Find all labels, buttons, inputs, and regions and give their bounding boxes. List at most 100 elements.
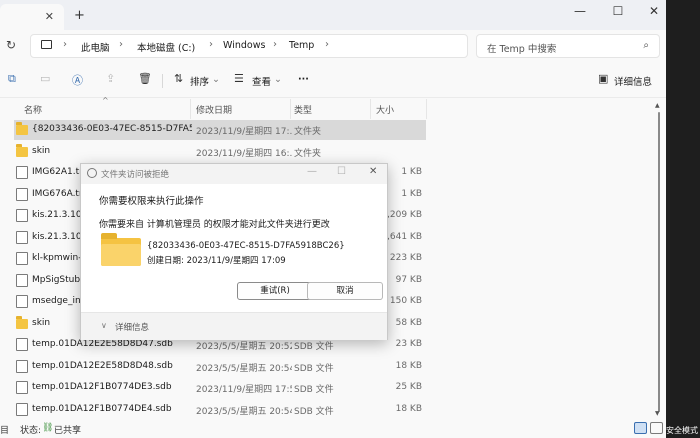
- title-bar: ✕ + — ☐ ✕: [0, 0, 666, 30]
- file-icon: [16, 381, 28, 394]
- file-icon: [16, 273, 28, 287]
- file-row[interactable]: {82033436-0E03-47EC-8515-D7FA591... 2023/…: [14, 120, 426, 140]
- dialog-close-button[interactable]: ✕: [369, 166, 377, 177]
- dialog-folder-created: 创建日期: 2023/11/9/星期四 17:09: [147, 256, 286, 266]
- tab-close-icon[interactable]: ✕: [45, 10, 54, 23]
- column-divider[interactable]: [190, 99, 191, 119]
- file-date: 2023/5/5/星期五 20:54: [196, 363, 292, 374]
- dialog-title: 文件夹访问被拒绝: [101, 170, 170, 180]
- details-view-button[interactable]: [634, 422, 647, 434]
- file-type: SDB 文件: [294, 363, 334, 374]
- file-icon: [16, 252, 28, 265]
- breadcrumb-this-pc[interactable]: 此电脑: [81, 40, 110, 54]
- chevron-right-icon[interactable]: ›: [325, 39, 329, 50]
- file-name: temp.01DA12E2E58D8D47.sdb: [32, 339, 173, 349]
- chevron-down-icon[interactable]: ⌄: [274, 74, 282, 85]
- file-icon: [16, 209, 28, 222]
- minimize-button[interactable]: —: [570, 4, 590, 18]
- chevron-right-icon[interactable]: ›: [119, 39, 123, 50]
- file-size: 25 KB: [395, 382, 422, 392]
- file-icon: [16, 402, 28, 416]
- shared-icon: ⛓: [42, 423, 54, 433]
- chevron-down-icon[interactable]: ∨: [101, 321, 107, 330]
- folder-icon: [101, 233, 141, 266]
- dialog-message: 你需要来自 计算机管理员 的权限才能对此文件夹进行更改: [99, 220, 330, 230]
- column-divider[interactable]: [426, 99, 427, 119]
- column-type[interactable]: 类型: [294, 103, 312, 116]
- file-date: 2023/11/9/星期四 17:...: [196, 127, 292, 137]
- retry-button[interactable]: 重试(R): [237, 282, 313, 300]
- dialog-minimize-button[interactable]: —: [307, 166, 317, 177]
- folder-icon: [16, 315, 28, 329]
- clock-icon: [87, 168, 97, 178]
- copy-icon[interactable]: ⧉: [8, 72, 16, 86]
- search-icon[interactable]: ⌕: [643, 40, 649, 51]
- file-row[interactable]: skin 2023/11/9/星期四 16:... 文件夹: [14, 142, 426, 162]
- sort-icon[interactable]: ⇅: [174, 72, 183, 85]
- chevron-right-icon[interactable]: ›: [63, 39, 67, 50]
- status-bar: 目 状态: ⛓ 已共享: [0, 420, 666, 438]
- status-label: 状态:: [20, 426, 42, 436]
- more-options-button[interactable]: ···: [298, 74, 309, 85]
- vertical-scrollbar[interactable]: ▲ ▼: [655, 100, 663, 420]
- file-row[interactable]: temp.01DA12E2E58D8D48.sdb 2023/5/5/星期五 20…: [14, 357, 426, 377]
- file-name: temp.01DA12F1B0774DE4.sdb: [32, 403, 172, 414]
- item-count-text: 目: [0, 426, 10, 436]
- delete-icon[interactable]: 🗑: [138, 72, 152, 85]
- file-icon: [16, 187, 28, 201]
- file-size: 23 KB: [395, 339, 422, 349]
- dialog-footer: ∨ 详细信息: [81, 312, 387, 340]
- file-type: SDB 文件: [294, 385, 334, 395]
- breadcrumb-local-disk[interactable]: 本地磁盘 (C:): [137, 40, 195, 54]
- column-divider[interactable]: [290, 99, 291, 119]
- shared-status: 已共享: [54, 426, 82, 436]
- file-date: 2023/11/9/星期四 17:54: [196, 385, 292, 395]
- view-icon[interactable]: ☰: [234, 72, 244, 85]
- explorer-tab[interactable]: ✕: [0, 4, 64, 30]
- file-icon: [16, 166, 28, 179]
- details-pane-button[interactable]: 详细信息: [614, 74, 652, 88]
- sort-up-icon: ^: [102, 96, 109, 105]
- share-icon[interactable]: ⇪: [106, 72, 115, 85]
- breadcrumb-windows[interactable]: Windows: [223, 40, 265, 51]
- column-name[interactable]: 名称: [24, 103, 42, 116]
- breadcrumb-temp[interactable]: Temp: [289, 40, 314, 51]
- cancel-button[interactable]: 取消: [307, 282, 383, 300]
- column-divider[interactable]: [370, 99, 371, 119]
- search-input[interactable]: 在 Temp 中搜索 ⌕: [476, 34, 660, 58]
- paste-icon[interactable]: ▭: [40, 72, 50, 85]
- file-row[interactable]: temp.01DA12F1B0774DE3.sdb 2023/11/9/星期四 1…: [14, 378, 426, 398]
- maximize-button[interactable]: ☐: [608, 4, 628, 18]
- folder-icon: [16, 143, 28, 157]
- sort-button[interactable]: 排序: [190, 74, 209, 88]
- file-type: 文件夹: [294, 127, 322, 137]
- scroll-down-icon[interactable]: ▼: [655, 410, 660, 417]
- chevron-down-icon[interactable]: ⌄: [212, 74, 220, 85]
- details-pane-icon[interactable]: ▣: [598, 72, 608, 85]
- dialog-maximize-button[interactable]: ☐: [337, 166, 346, 177]
- chevron-right-icon[interactable]: ›: [273, 39, 277, 50]
- file-row[interactable]: temp.01DA12F1B0774DE4.sdb 2023/5/5/星期五 20…: [14, 400, 426, 420]
- tiles-view-button[interactable]: [650, 422, 663, 434]
- dialog-heading: 你需要权限来执行此操作: [99, 196, 204, 207]
- refresh-icon[interactable]: ↻: [6, 38, 16, 52]
- access-denied-dialog: 文件夹访问被拒绝 — ☐ ✕ 你需要权限来执行此操作 你需要来自 计算机管理员 …: [80, 163, 388, 340]
- this-pc-icon[interactable]: [41, 40, 52, 49]
- file-name: temp.01DA12F1B0774DE3.sdb: [32, 382, 172, 392]
- file-icon: [16, 359, 28, 373]
- view-button[interactable]: 查看: [252, 74, 271, 88]
- new-tab-button[interactable]: +: [74, 8, 85, 23]
- close-window-button[interactable]: ✕: [644, 4, 664, 18]
- file-size: 18 KB: [395, 360, 422, 371]
- chevron-right-icon[interactable]: ›: [209, 39, 213, 50]
- safe-mode-label: 安全模式: [666, 426, 698, 435]
- column-date[interactable]: 修改日期: [196, 103, 232, 116]
- file-size: 18 KB: [395, 403, 422, 414]
- scrollbar-thumb[interactable]: [658, 112, 660, 412]
- scroll-up-icon[interactable]: ▲: [655, 102, 660, 109]
- file-icon: [16, 338, 28, 351]
- more-details-toggle[interactable]: 详细信息: [115, 321, 149, 333]
- breadcrumb[interactable]: › 此电脑 › 本地磁盘 (C:) › Windows › Temp ›: [30, 34, 468, 58]
- column-size[interactable]: 大小: [376, 103, 394, 116]
- rename-icon[interactable]: Ⓐ: [72, 72, 83, 88]
